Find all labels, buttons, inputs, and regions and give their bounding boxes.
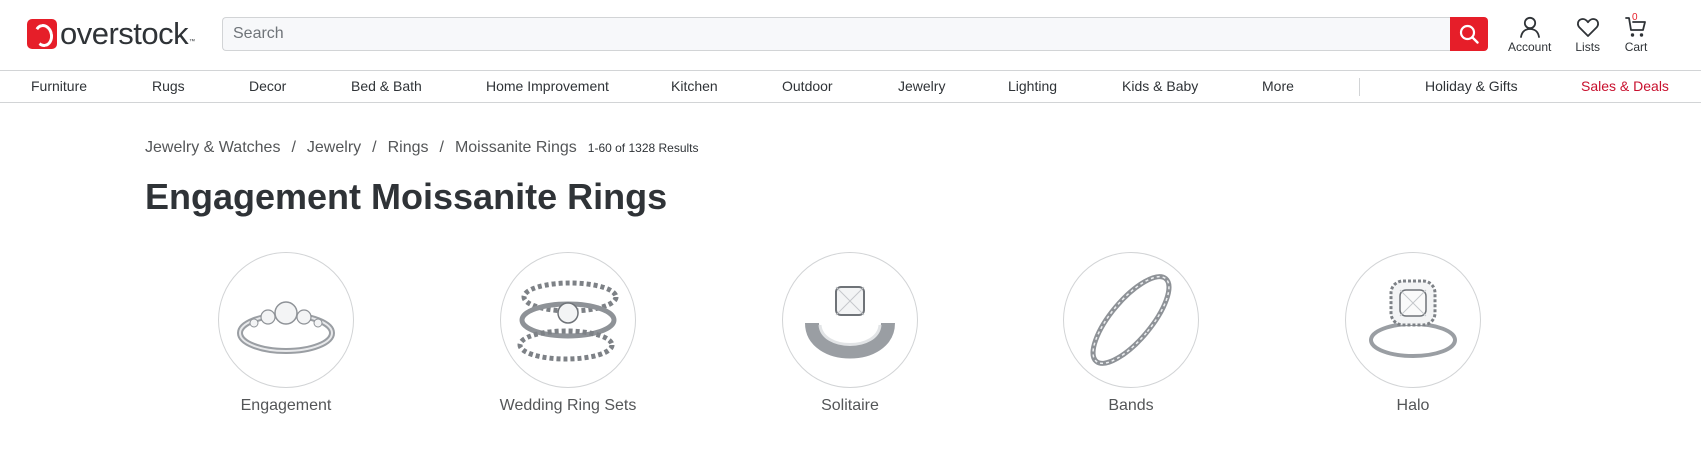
breadcrumb-jewelry-watches[interactable]: Jewelry & Watches — [145, 139, 280, 157]
category-wedding-ring-sets[interactable]: Wedding Ring Sets — [488, 252, 648, 415]
logo-trademark: ™ — [189, 39, 196, 45]
logo-mark-icon — [27, 19, 57, 49]
nav-item-decor[interactable]: Decor — [249, 71, 286, 102]
site-header: overstock ™ Account Lists 0 — [0, 0, 1701, 70]
nav-item-holiday-gifts[interactable]: Holiday & Gifts — [1425, 71, 1518, 102]
category-solitaire[interactable]: Solitaire — [770, 252, 930, 415]
lists-label: Lists — [1575, 40, 1601, 54]
search-button[interactable] — [1450, 17, 1488, 51]
nav-item-kitchen[interactable]: Kitchen — [671, 71, 718, 102]
category-engagement[interactable]: Engagement — [206, 252, 366, 415]
breadcrumb-rings[interactable]: Rings — [388, 139, 429, 157]
nav-item-outdoor[interactable]: Outdoor — [782, 71, 833, 102]
breadcrumb-separator: / — [291, 139, 296, 156]
cart-button[interactable]: 0 Cart — [1624, 12, 1648, 55]
breadcrumb-separator: / — [439, 139, 444, 156]
category-label: Bands — [1108, 397, 1154, 414]
account-label: Account — [1508, 40, 1552, 54]
nav-item-home-improvement[interactable]: Home Improvement — [486, 71, 609, 102]
category-bands[interactable]: Bands — [1051, 252, 1211, 415]
logo-text: overstock — [60, 16, 189, 51]
category-label: Solitaire — [821, 397, 879, 414]
category-label: Wedding Ring Sets — [499, 397, 637, 414]
category-nav: Furniture Rugs Decor Bed & Bath Home Imp… — [0, 70, 1701, 103]
results-count: 1-60 of 1328 Results — [587, 141, 699, 155]
wedding-ring-set-image — [500, 252, 636, 388]
band-ring-image — [1063, 252, 1199, 388]
breadcrumb: Jewelry & Watches / Jewelry / Rings / Mo… — [145, 139, 699, 157]
nav-item-sales-deals[interactable]: Sales & Deals — [1581, 71, 1669, 102]
header-actions: Account Lists 0 Cart — [1508, 12, 1672, 55]
engagement-ring-image — [218, 252, 354, 388]
cart-label: Cart — [1624, 40, 1648, 54]
nav-item-furniture[interactable]: Furniture — [31, 71, 87, 102]
halo-ring-image — [1345, 252, 1481, 388]
solitaire-ring-image — [782, 252, 918, 388]
breadcrumb-separator: / — [372, 139, 377, 156]
page-title: Engagement Moissanite Rings — [145, 176, 668, 217]
nav-item-kids-baby[interactable]: Kids & Baby — [1122, 71, 1198, 102]
category-label: Engagement — [240, 397, 332, 414]
breadcrumb-jewelry[interactable]: Jewelry — [307, 139, 361, 157]
overstock-logo[interactable]: overstock ™ — [27, 17, 195, 51]
search-input[interactable] — [222, 17, 1450, 51]
category-halo[interactable]: Halo — [1333, 252, 1493, 415]
nav-item-bed-bath[interactable]: Bed & Bath — [351, 71, 422, 102]
nav-item-lighting[interactable]: Lighting — [1008, 71, 1057, 102]
nav-item-jewelry[interactable]: Jewelry — [898, 71, 945, 102]
cart-count-badge: 0 — [1632, 12, 1638, 23]
lists-button[interactable]: Lists — [1575, 15, 1600, 55]
nav-item-rugs[interactable]: Rugs — [152, 71, 185, 102]
nav-divider — [1359, 78, 1360, 96]
nav-item-more[interactable]: More — [1262, 71, 1294, 102]
search-bar — [222, 17, 1488, 51]
breadcrumb-moissanite-rings[interactable]: Moissanite Rings — [455, 139, 577, 157]
category-label: Halo — [1396, 397, 1430, 414]
heart-icon — [1576, 18, 1599, 37]
search-icon — [1459, 24, 1479, 44]
account-icon — [1519, 16, 1540, 38]
account-button[interactable]: Account — [1508, 15, 1551, 55]
